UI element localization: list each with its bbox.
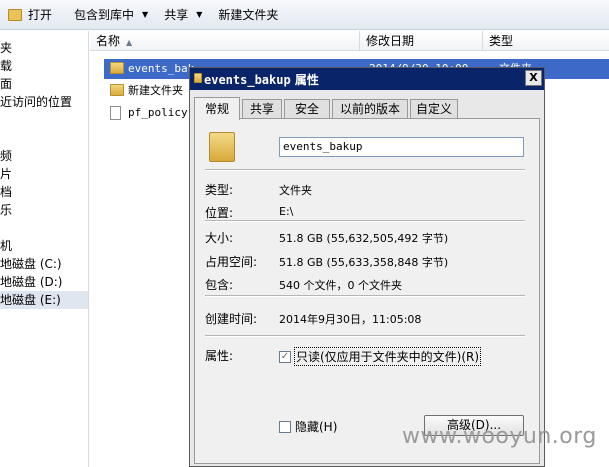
dialog-title-name: events_bakup bbox=[204, 73, 291, 87]
share-button[interactable]: 共享 ▼ bbox=[156, 0, 210, 30]
column-header: 名称 ▲ 修改日期 类型 bbox=[90, 31, 609, 51]
open-label: 打开 bbox=[28, 8, 53, 22]
folder-icon bbox=[194, 73, 202, 83]
nav-item-drive-e[interactable]: 地磁盘 (E:) bbox=[0, 291, 88, 309]
hidden-checkbox[interactable] bbox=[279, 421, 291, 433]
contains-value: 540 个文件，0 个文件夹 bbox=[279, 279, 402, 292]
size-value: 51.8 GB (55,632,505,492 字节) bbox=[279, 232, 449, 245]
tab-sharing[interactable]: 共享 bbox=[242, 99, 282, 119]
folder-icon bbox=[209, 132, 235, 162]
watermark: www.wooyun.org bbox=[402, 424, 597, 449]
properties-dialog: events_bakup 属性 X 常规 共享 安全 以前的版本 自定义 eve… bbox=[189, 67, 545, 467]
nav-item-drive-d[interactable]: 地磁盘 (D:) bbox=[0, 273, 88, 291]
nav-item[interactable]: 机 bbox=[0, 237, 88, 255]
type-value: 文件夹 bbox=[279, 184, 312, 197]
divider bbox=[205, 295, 525, 297]
navigation-pane: 夹 载 面 近访问的位置 频 片 档 乐 机 地磁盘 (C:) 地磁盘 (D:)… bbox=[0, 31, 89, 467]
size-on-disk-label: 占用空间: bbox=[205, 255, 258, 269]
size-label: 大小: bbox=[205, 231, 234, 245]
file-name: 新建文件夹 bbox=[128, 84, 183, 97]
chevron-down-icon: ▼ bbox=[196, 10, 203, 19]
nav-item[interactable]: 载 bbox=[0, 57, 88, 75]
include-label: 包含到库中 bbox=[74, 8, 135, 22]
nav-item[interactable]: 近访问的位置 bbox=[0, 93, 88, 111]
dialog-title: events_bakup 属性 bbox=[204, 71, 319, 88]
file-icon bbox=[110, 106, 121, 120]
nav-item-drive-c[interactable]: 地磁盘 (C:) bbox=[0, 255, 88, 273]
chevron-down-icon: ▼ bbox=[142, 10, 149, 19]
dialog-titlebar[interactable]: events_bakup 属性 X bbox=[190, 68, 544, 90]
nav-item[interactable]: 片 bbox=[0, 165, 88, 183]
column-name[interactable]: 名称 ▲ bbox=[90, 31, 360, 51]
divider bbox=[205, 220, 525, 222]
location-value: E:\ bbox=[279, 205, 294, 218]
open-button[interactable]: 打开 bbox=[0, 0, 60, 30]
dialog-title-suffix: 属性 bbox=[290, 73, 319, 87]
share-label: 共享 bbox=[164, 8, 189, 22]
new-folder-button[interactable]: 新建文件夹 bbox=[210, 0, 286, 30]
location-label: 位置: bbox=[205, 206, 234, 220]
file-name: events_bak bbox=[128, 62, 195, 75]
nav-item[interactable]: 频 bbox=[0, 147, 88, 165]
readonly-label[interactable]: 只读(仅应用于文件夹中的文件)(R) bbox=[293, 347, 482, 366]
nav-item[interactable]: 乐 bbox=[0, 201, 88, 219]
include-in-library-button[interactable]: 包含到库中 ▼ bbox=[66, 0, 156, 30]
column-type-label: 类型 bbox=[489, 34, 514, 48]
folder-icon bbox=[110, 84, 124, 96]
type-label: 类型: bbox=[205, 183, 234, 197]
tab-general[interactable]: 常规 bbox=[194, 97, 240, 120]
nav-item[interactable]: 档 bbox=[0, 183, 88, 201]
divider bbox=[205, 335, 525, 337]
tab-security[interactable]: 安全 bbox=[284, 99, 330, 119]
column-date-label: 修改日期 bbox=[366, 34, 415, 48]
created-label: 创建时间: bbox=[205, 312, 258, 326]
divider bbox=[205, 169, 525, 171]
nav-item[interactable]: 夹 bbox=[0, 39, 88, 57]
close-button[interactable]: X bbox=[525, 70, 542, 86]
hidden-label[interactable]: 隐藏(H) bbox=[295, 418, 337, 435]
sort-up-icon: ▲ bbox=[126, 38, 133, 47]
nav-item[interactable]: 面 bbox=[0, 75, 88, 93]
column-type[interactable]: 类型 bbox=[483, 31, 609, 51]
command-bar: 打开 包含到库中 ▼ 共享 ▼ 新建文件夹 bbox=[0, 0, 609, 30]
open-icon bbox=[8, 8, 22, 21]
new-folder-label: 新建文件夹 bbox=[218, 8, 279, 22]
attributes-label: 属性: bbox=[205, 349, 234, 363]
column-date[interactable]: 修改日期 bbox=[360, 31, 483, 51]
folder-name-input[interactable]: events_bakup bbox=[279, 137, 524, 157]
created-value: 2014年9月30日，11:05:08 bbox=[279, 313, 422, 326]
file-name: pf_policy bbox=[128, 106, 188, 119]
tab-previous-versions[interactable]: 以前的版本 bbox=[332, 99, 408, 119]
readonly-checkbox[interactable]: ✓ bbox=[279, 351, 291, 363]
contains-label: 包含: bbox=[205, 278, 234, 292]
folder-icon bbox=[110, 62, 124, 74]
column-name-label: 名称 bbox=[96, 34, 121, 48]
size-on-disk-value: 51.8 GB (55,633,358,848 字节) bbox=[279, 256, 449, 269]
tab-customize[interactable]: 自定义 bbox=[410, 99, 458, 119]
general-panel: events_bakup 类型: 文件夹 位置: E:\ 大小: 51.8 GB… bbox=[194, 118, 540, 464]
